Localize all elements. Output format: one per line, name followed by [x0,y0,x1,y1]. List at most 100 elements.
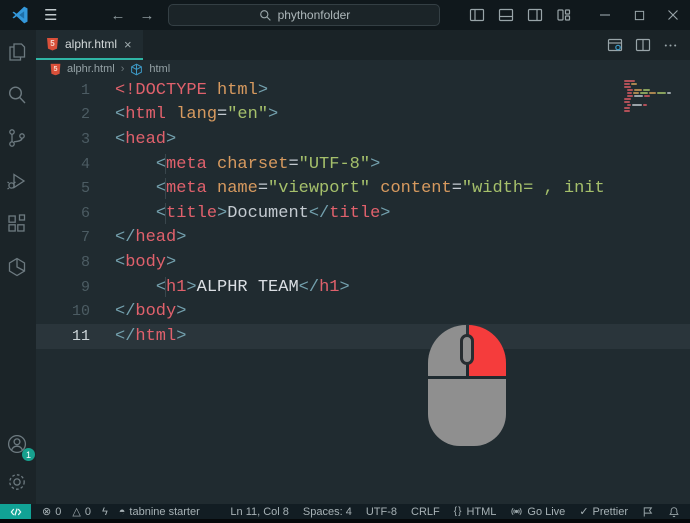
minimap-line [624,95,688,97]
minimap-line [624,86,688,88]
toggle-sidebar-icon[interactable] [469,7,485,23]
forward-icon[interactable]: → [139,7,154,24]
status-warnings[interactable]: △ 0 [72,505,91,519]
maximize-icon[interactable] [622,0,656,30]
split-editor-icon[interactable] [635,37,651,53]
search-glass-icon [259,9,272,22]
code-line-1[interactable]: 1 <!DOCTYPE html> [36,78,690,103]
line-number: 8 [80,253,90,271]
breadcrumb: 5 alphr.html › html [36,60,690,78]
code-text: <meta name="viewport" content="width= , … [155,179,605,199]
indent-guide [165,178,166,199]
mouse-right-button-highlighted [468,325,506,376]
package-icon[interactable] [5,255,31,281]
code-line-10[interactable]: 10 </body> [36,299,690,324]
minimap-line [624,98,688,100]
open-preview-icon[interactable] [607,37,623,53]
command-center-search[interactable]: phythonfolder [168,4,441,26]
account-badge: 1 [22,448,35,461]
html5-file-icon: 5 [47,37,58,51]
toggle-panel-icon[interactable] [498,7,514,23]
bell-icon [668,506,680,518]
source-control-icon[interactable] [5,126,31,152]
line-number: 11 [71,327,90,345]
breadcrumb-file[interactable]: alphr.html [67,63,115,75]
minimap-line [624,107,688,109]
minimize-icon[interactable] [588,0,622,30]
warnings-glyph-icon: △ [72,506,81,518]
remote-indicator[interactable] [0,504,31,519]
search-icon[interactable] [5,83,31,109]
tabnine-label: tabnine starter [129,505,200,518]
minimap[interactable] [624,80,688,113]
warnings-label: 0 [84,505,91,518]
code-text: </body> [115,302,187,322]
status-eol[interactable]: CRLF [411,506,440,518]
tab-alphr-html[interactable]: 5 alphr.html × [36,30,143,60]
line-number: 4 [80,155,90,173]
extensions-icon[interactable] [5,212,31,238]
indent-guide [165,276,166,298]
status-indentation[interactable]: Spaces: 4 [303,506,352,518]
prettier-label: Prettier [592,505,628,518]
code-text: <title>Document</title> [155,203,391,223]
menu-icon[interactable]: ☰ [44,6,58,24]
minimap-line [624,83,688,85]
code-editor[interactable]: 1 <!DOCTYPE html> 2 <html lang="en"> 3 <head>… [36,78,690,504]
back-icon[interactable]: ← [110,7,125,24]
line-number: 3 [80,130,90,148]
code-text: <h1>ALPHR TEAM</h1> [155,277,350,297]
explorer-icon[interactable] [5,40,31,66]
customize-layout-icon[interactable] [556,7,572,23]
thunder-client-glyph-icon: ϟ [101,505,108,518]
status-language-mode[interactable]: {} HTML [454,506,497,518]
html-symbol-icon [130,63,143,76]
status-bar: ⊗ 0 △ 0 ϟ ◓ tabnine starter Ln 11, Col 8 Spaces… [0,504,690,519]
code-line-8[interactable]: 8 <body> [36,250,690,275]
status-prettier[interactable]: ✓ Prettier [579,505,628,519]
indentation-label: Spaces: 4 [302,505,352,518]
line-number: 9 [80,278,90,296]
breadcrumb-symbol[interactable]: html [149,63,170,75]
errors-glyph-icon: ⊗ [42,506,52,518]
status-go-live[interactable]: Go Live [510,505,565,518]
account-icon[interactable]: 1 [5,432,35,461]
status-thunder-client[interactable]: ϟ [102,506,108,518]
code-line-3[interactable]: 3 <head> [36,127,690,152]
code-text: </html> [115,326,187,346]
code-text: <body> [115,252,177,272]
code-text: </head> [115,228,187,248]
code-line-5[interactable]: 5 <meta name="viewport" content="width= … [36,176,690,201]
code-text: <meta charset="UTF-8"> [155,154,381,174]
close-icon[interactable] [656,0,690,30]
more-actions-icon[interactable] [663,38,678,53]
settings-gear-icon[interactable] [5,470,31,496]
line-number: 5 [80,180,90,198]
tab-strip: 5 alphr.html × [36,30,690,60]
status-errors[interactable]: ⊗ 0 [42,505,61,519]
code-line-7[interactable]: 7 </head> [36,226,690,251]
mouse-body [428,379,506,446]
code-line-11[interactable]: 11 </html> [36,323,690,349]
code-text: <head> [115,129,177,149]
line-number: 2 [80,106,90,124]
code-text: <!DOCTYPE html> [115,80,269,100]
tab-close-icon[interactable]: × [124,37,132,52]
language-mode-glyph-icon: {} [453,506,463,517]
status-feedback[interactable] [642,506,654,518]
run-debug-icon[interactable] [5,169,31,195]
toggle-secondary-sidebar-icon[interactable] [527,7,543,23]
status-cursor-position[interactable]: Ln 11, Col 8 [230,506,289,518]
status-notifications[interactable] [668,506,680,518]
code-line-6[interactable]: 6 <title>Document</title> [36,201,690,226]
search-value: phythonfolder [277,8,351,22]
minimap-line [624,104,688,106]
status-encoding[interactable]: UTF-8 [366,506,397,518]
line-number: 7 [80,229,90,247]
minimap-line [624,89,688,91]
code-line-9[interactable]: 9 <h1>ALPHR TEAM</h1> [36,275,690,300]
status-tabnine[interactable]: ◓ tabnine starter [119,506,200,518]
indent-guide [165,153,166,175]
code-line-2[interactable]: 2 <html lang="en"> [36,103,690,128]
code-line-4[interactable]: 4 <meta charset="UTF-8"> [36,152,690,177]
